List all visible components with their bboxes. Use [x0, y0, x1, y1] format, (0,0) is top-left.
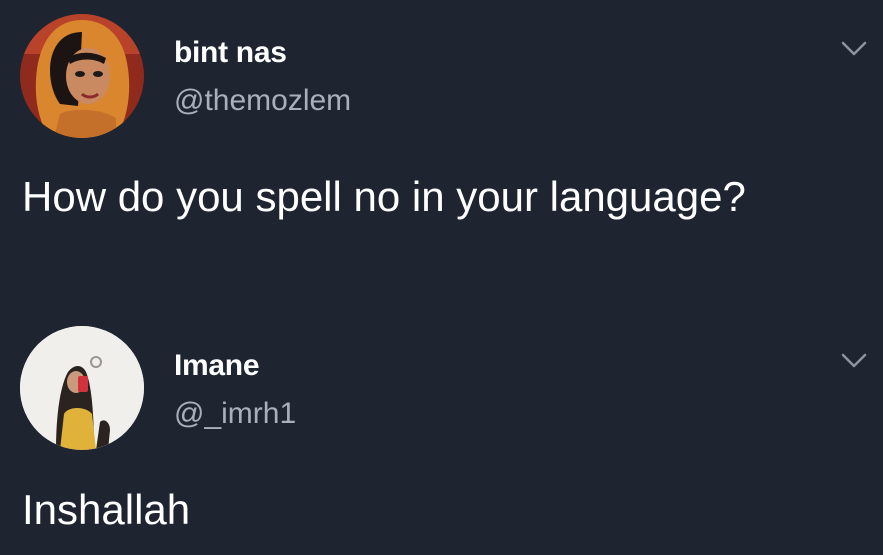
chevron-down-icon[interactable]	[840, 40, 868, 58]
mirror-selfie-avatar-icon	[20, 326, 144, 450]
cartoon-princess-avatar-icon	[20, 14, 144, 138]
display-name[interactable]: bint nas	[174, 36, 287, 70]
avatar[interactable]	[20, 326, 144, 450]
tweet: Imane @_imrh1 Inshallah	[0, 320, 883, 555]
chevron-down-icon[interactable]	[840, 352, 868, 370]
tweet-text: Inshallah	[22, 486, 191, 533]
user-handle[interactable]: @themozlem	[174, 84, 351, 118]
tweet-text: How do you spell no in your language?	[22, 173, 746, 220]
user-handle[interactable]: @_imrh1	[174, 397, 296, 431]
display-name[interactable]: Imane	[174, 349, 260, 383]
avatar[interactable]	[20, 14, 144, 138]
tweet: bint nas @themozlem How do you spell no …	[0, 0, 883, 320]
